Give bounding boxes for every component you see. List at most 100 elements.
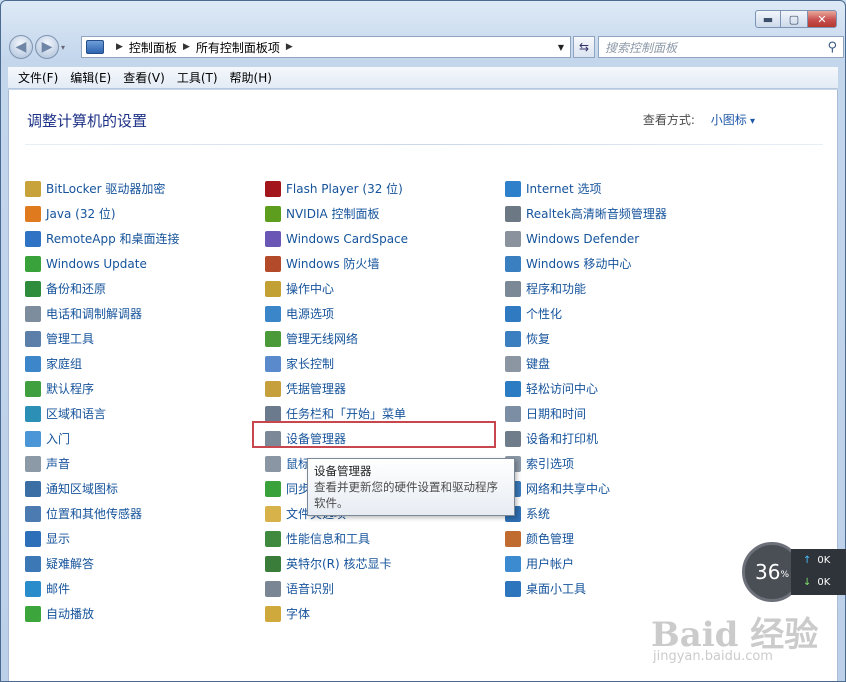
control-panel-item-label: 备份和还原 bbox=[46, 282, 107, 296]
control-panel-item[interactable]: 显示 bbox=[25, 526, 265, 551]
control-panel-item[interactable]: Flash Player (32 位) bbox=[265, 176, 505, 201]
control-panel-item[interactable]: 位置和其他传感器 bbox=[25, 501, 265, 526]
control-panel-item[interactable]: Internet 选项 bbox=[505, 176, 745, 201]
control-panel-item[interactable]: Windows Update bbox=[25, 251, 265, 276]
breadcrumb-control-panel[interactable]: 控制面板 bbox=[129, 39, 177, 56]
control-panel-item-label: Windows CardSpace bbox=[286, 231, 409, 246]
breadcrumb-separator-icon[interactable]: ▶ bbox=[286, 42, 293, 52]
intel-icon bbox=[265, 555, 281, 572]
address-bar[interactable]: ▶ 控制面板 ▶ 所有控制面板项 ▶ ▼ bbox=[81, 36, 571, 58]
datetime-icon bbox=[505, 405, 521, 422]
control-panel-item[interactable]: 备份和还原 bbox=[25, 276, 265, 301]
control-panel-item-label: 恢复 bbox=[526, 332, 551, 346]
credential-icon bbox=[265, 380, 281, 397]
control-panel-item[interactable]: 区域和语言 bbox=[25, 401, 265, 426]
control-panel-item[interactable]: 索引选项 bbox=[505, 451, 745, 476]
control-panel-item[interactable]: 程序和功能 bbox=[505, 276, 745, 301]
control-panel-item[interactable]: NVIDIA 控制面板 bbox=[265, 201, 505, 226]
menu-file[interactable]: 文件(F) bbox=[12, 69, 64, 86]
control-panel-item[interactable]: 键盘 bbox=[505, 351, 745, 376]
control-panel-item[interactable]: BitLocker 驱动器加密 bbox=[25, 176, 265, 201]
maximize-button[interactable]: ▢ bbox=[781, 10, 807, 28]
control-panel-item[interactable]: 桌面小工具 bbox=[505, 576, 745, 601]
control-panel-item[interactable]: Java (32 位) bbox=[25, 201, 265, 226]
action-center-icon bbox=[265, 280, 281, 297]
control-panel-item[interactable]: 轻松访问中心 bbox=[505, 376, 745, 401]
control-panel-item[interactable]: 凭据管理器 bbox=[265, 376, 505, 401]
control-panel-item[interactable]: 恢复 bbox=[505, 326, 745, 351]
control-panel-item[interactable]: Realtek高清晰音频管理器 bbox=[505, 201, 745, 226]
minimize-button[interactable]: ▬ bbox=[755, 10, 781, 28]
control-panel-item[interactable]: 系统 bbox=[505, 501, 745, 526]
close-button[interactable]: ✕ bbox=[807, 10, 837, 28]
control-panel-item[interactable]: 电话和调制解调器 bbox=[25, 301, 265, 326]
tooltip-body: 查看并更新您的硬件设置和驱动程序软件。 bbox=[314, 480, 498, 510]
navigation-bar: ◀ ▶ ▾ ▶ 控制面板 ▶ 所有控制面板项 ▶ ▼ ⇆ 搜索控制面板 ⚲ bbox=[9, 34, 844, 60]
refresh-button[interactable]: ⇆ bbox=[573, 36, 595, 58]
control-panel-item[interactable]: 自动播放 bbox=[25, 601, 265, 626]
upload-arrow-icon: ↑ bbox=[803, 554, 812, 566]
recovery-icon bbox=[505, 330, 521, 347]
menu-tools[interactable]: 工具(T) bbox=[171, 69, 224, 86]
search-icon[interactable]: ⚲ bbox=[827, 40, 837, 55]
control-panel-item[interactable]: Windows CardSpace bbox=[265, 226, 505, 251]
control-panel-item[interactable]: 默认程序 bbox=[25, 376, 265, 401]
breadcrumb-all-items[interactable]: 所有控制面板项 bbox=[196, 39, 280, 56]
control-panel-item[interactable]: 个性化 bbox=[505, 301, 745, 326]
control-panel-item[interactable]: Windows Defender bbox=[505, 226, 745, 251]
taskbar-icon bbox=[265, 405, 281, 422]
control-panel-item[interactable]: 通知区域图标 bbox=[25, 476, 265, 501]
address-dropdown-icon[interactable]: ▼ bbox=[558, 43, 564, 52]
search-input[interactable]: 搜索控制面板 ⚲ bbox=[598, 36, 844, 58]
mail-icon bbox=[25, 580, 41, 597]
menu-help[interactable]: 帮助(H) bbox=[224, 69, 278, 86]
control-panel-item[interactable]: Windows 防火墙 bbox=[265, 251, 505, 276]
control-panel-item[interactable]: 网络和共享中心 bbox=[505, 476, 745, 501]
control-panel-item[interactable]: 语音识别 bbox=[265, 576, 505, 601]
back-button[interactable]: ◀ bbox=[9, 35, 33, 59]
java-icon bbox=[25, 205, 41, 222]
breadcrumb: ▶ 控制面板 ▶ 所有控制面板项 ▶ bbox=[110, 39, 299, 56]
control-panel-item[interactable]: 管理无线网络 bbox=[265, 326, 505, 351]
control-panel-item-label: 日期和时间 bbox=[526, 407, 587, 421]
control-panel-item[interactable]: 英特尔(R) 核芯显卡 bbox=[265, 551, 505, 576]
control-panel-item[interactable]: 字体 bbox=[265, 601, 505, 626]
bitlocker-icon bbox=[25, 180, 41, 197]
control-panel-item[interactable]: 电源选项 bbox=[265, 301, 505, 326]
control-panel-item[interactable]: 入门 bbox=[25, 426, 265, 451]
recent-pages-dropdown-icon[interactable]: ▾ bbox=[61, 43, 73, 52]
control-panel-item[interactable]: 设备和打印机 bbox=[505, 426, 745, 451]
control-panel-item[interactable]: 性能信息和工具 bbox=[265, 526, 505, 551]
divider bbox=[25, 144, 823, 145]
flash-icon bbox=[265, 180, 281, 197]
control-panel-item[interactable]: 声音 bbox=[25, 451, 265, 476]
forward-button[interactable]: ▶ bbox=[35, 35, 59, 59]
control-panel-item-label: Windows Defender bbox=[526, 231, 640, 246]
control-panel-item[interactable]: RemoteApp 和桌面连接 bbox=[25, 226, 265, 251]
control-panel-window: ▬ ▢ ✕ ◀ ▶ ▾ ▶ 控制面板 ▶ 所有控制面板项 ▶ ▼ ⇆ 搜索控制面… bbox=[0, 0, 846, 682]
control-panel-item[interactable]: 管理工具 bbox=[25, 326, 265, 351]
control-panel-item[interactable]: 日期和时间 bbox=[505, 401, 745, 426]
region-language-icon bbox=[25, 405, 41, 422]
menu-bar: 文件(F) 编辑(E) 查看(V) 工具(T) 帮助(H) bbox=[8, 67, 838, 89]
control-panel-item[interactable]: 疑难解答 bbox=[25, 551, 265, 576]
control-panel-item[interactable]: Windows 移动中心 bbox=[505, 251, 745, 276]
control-panel-item[interactable]: 操作中心 bbox=[265, 276, 505, 301]
control-panel-item[interactable]: 邮件 bbox=[25, 576, 265, 601]
control-panel-item-label: 自动播放 bbox=[46, 607, 95, 621]
control-panel-item[interactable]: 用户帐户 bbox=[505, 551, 745, 576]
control-panel-item[interactable]: 家庭组 bbox=[25, 351, 265, 376]
realtek-icon bbox=[505, 205, 521, 222]
breadcrumb-separator-icon[interactable]: ▶ bbox=[116, 42, 123, 52]
cardspace-icon bbox=[265, 230, 281, 247]
control-panel-item-label: 入门 bbox=[46, 432, 71, 446]
control-panel-item-label: 默认程序 bbox=[46, 382, 95, 396]
control-panel-item[interactable]: 颜色管理 bbox=[505, 526, 745, 551]
view-by-dropdown[interactable]: 小图标 bbox=[711, 113, 755, 127]
menu-view[interactable]: 查看(V) bbox=[117, 69, 171, 86]
control-panel-item-label: 管理工具 bbox=[46, 332, 95, 346]
menu-edit[interactable]: 编辑(E) bbox=[64, 69, 117, 86]
breadcrumb-separator-icon[interactable]: ▶ bbox=[183, 42, 190, 52]
control-panel-item-label: 位置和其他传感器 bbox=[46, 507, 143, 521]
control-panel-item[interactable]: 家长控制 bbox=[265, 351, 505, 376]
